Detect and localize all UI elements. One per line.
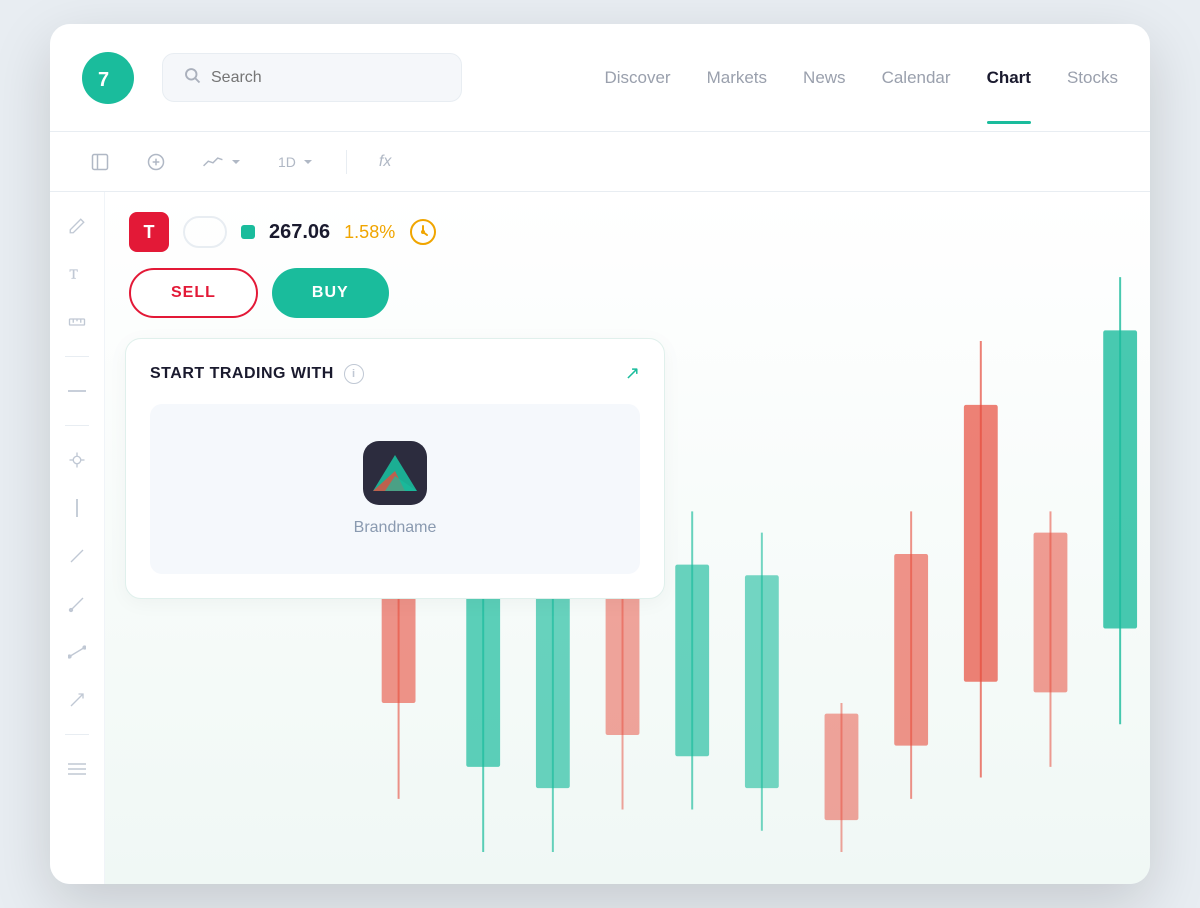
nav-chart[interactable]: Chart	[987, 68, 1031, 88]
info-icon[interactable]: i	[344, 364, 364, 384]
tool-divider-3	[65, 734, 89, 735]
nav-calendar[interactable]: Calendar	[882, 68, 951, 88]
stock-price: 267.06	[269, 221, 330, 244]
broker-logo	[363, 441, 427, 505]
pencil-tool[interactable]	[63, 212, 91, 240]
text-tool[interactable]: T	[63, 260, 91, 288]
header: 7 Discover Markets News Calendar Chart S…	[50, 24, 1150, 132]
sell-button[interactable]: SELL	[129, 268, 258, 318]
fx-label: fx	[379, 153, 391, 171]
chart-area: T 267.06 1.58%	[105, 192, 1150, 884]
main-content: T	[50, 192, 1150, 884]
fx-button[interactable]: fx	[371, 149, 399, 175]
trading-card-title: START TRADING WITH i	[150, 364, 364, 384]
crosshair-tool[interactable]	[63, 446, 91, 474]
tool-divider-1	[65, 356, 89, 357]
toolbar-divider	[346, 150, 347, 174]
nav-news[interactable]: News	[803, 68, 846, 88]
add-indicator-button[interactable]	[138, 148, 174, 176]
trend-line-tool[interactable]	[63, 542, 91, 570]
timeframe-label: 1D	[278, 154, 296, 170]
app-container: 7 Discover Markets News Calendar Chart S…	[50, 24, 1150, 884]
ruler-tool[interactable]	[63, 308, 91, 336]
search-input[interactable]	[211, 69, 441, 87]
stock-change-percent: 1.58%	[344, 222, 395, 243]
main-nav: Discover Markets News Calendar Chart Sto…	[604, 68, 1118, 88]
broker-card[interactable]: Brandname	[150, 404, 640, 574]
buy-button[interactable]: BUY	[272, 268, 389, 318]
extended-line-tool[interactable]	[63, 638, 91, 666]
chart-toolbar: 1D fx	[50, 132, 1150, 192]
nav-markets[interactable]: Markets	[707, 68, 767, 88]
search-bar[interactable]	[162, 53, 462, 102]
tool-divider-2	[65, 425, 89, 426]
external-link-icon[interactable]: ↗	[625, 363, 640, 384]
search-icon	[183, 66, 201, 89]
clock-icon	[409, 218, 437, 246]
multi-line-tool[interactable]	[63, 755, 91, 783]
overlay-panel: T 267.06 1.58%	[125, 212, 665, 599]
stock-header: T 267.06 1.58%	[125, 212, 665, 252]
trade-buttons: SELL BUY	[125, 268, 665, 318]
trading-card: START TRADING WITH i ↗	[125, 338, 665, 599]
chart-type-button[interactable]	[194, 149, 250, 175]
tesla-logo: T	[129, 212, 169, 252]
svg-text:7: 7	[98, 69, 109, 91]
trading-card-header: START TRADING WITH i ↗	[150, 363, 640, 384]
broker-name: Brandname	[354, 519, 437, 537]
nav-discover[interactable]: Discover	[604, 68, 670, 88]
stock-status-dot	[241, 225, 255, 239]
left-tools-sidebar: T	[50, 192, 105, 884]
nav-stocks[interactable]: Stocks	[1067, 68, 1118, 88]
trading-card-title-text: START TRADING WITH	[150, 365, 334, 383]
sidebar-toggle-button[interactable]	[82, 148, 118, 176]
horizontal-line-tool[interactable]	[63, 377, 91, 405]
app-logo[interactable]: 7	[82, 52, 134, 104]
ray-tool[interactable]	[63, 590, 91, 618]
arrow-tool[interactable]	[63, 686, 91, 714]
vertical-line-tool[interactable]	[63, 494, 91, 522]
timeframe-button[interactable]: 1D	[270, 150, 322, 174]
stock-label-pill	[183, 216, 227, 248]
svg-text:T: T	[70, 267, 79, 282]
